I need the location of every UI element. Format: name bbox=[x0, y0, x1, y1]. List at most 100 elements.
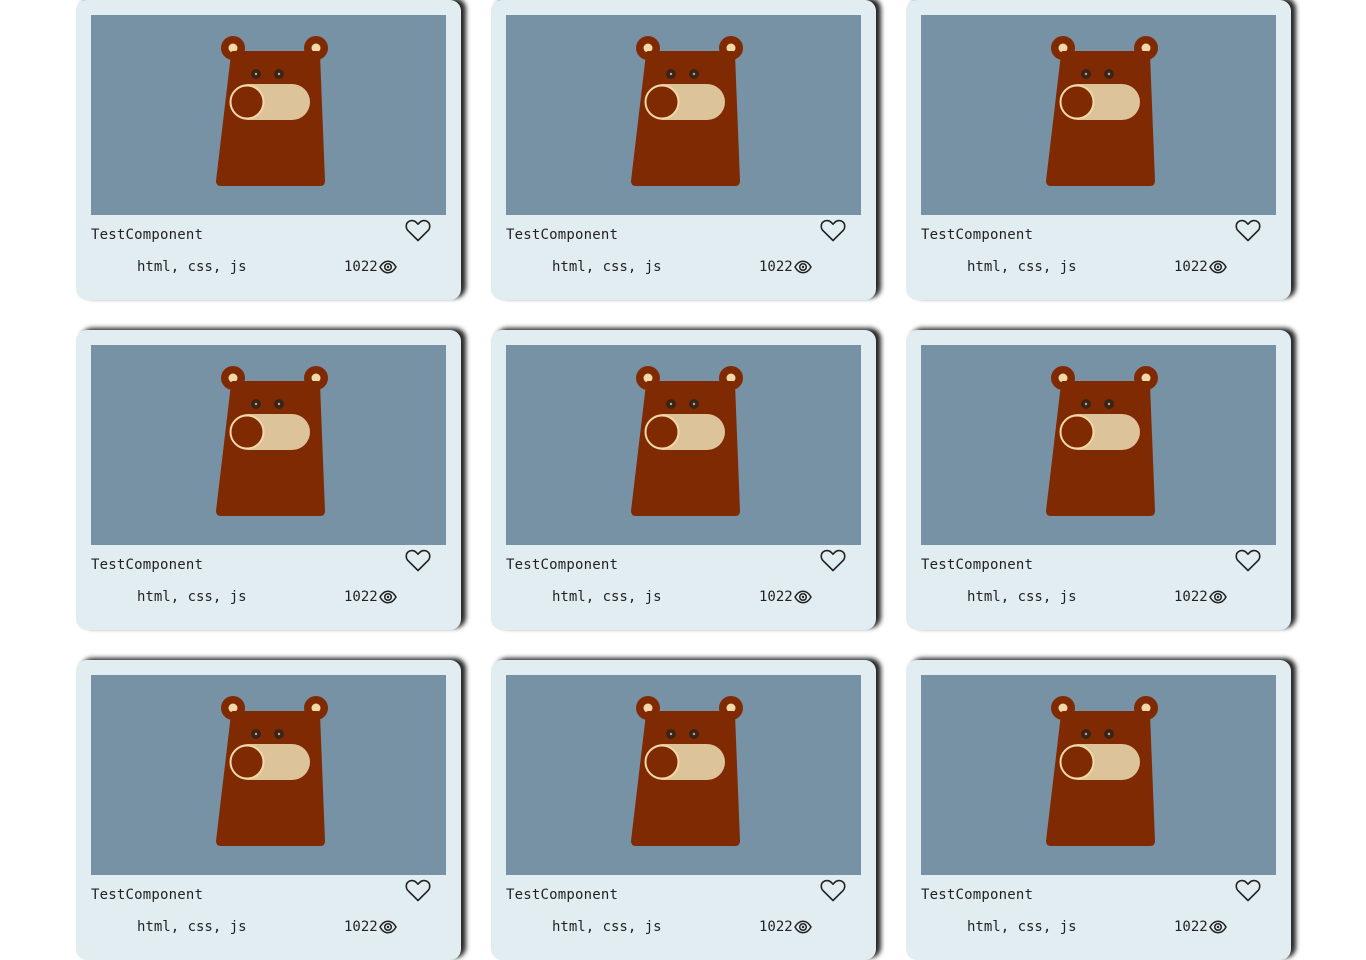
component-card[interactable]: TestComponent html, css, js 1022 bbox=[76, 0, 461, 300]
component-preview[interactable] bbox=[506, 675, 861, 875]
component-preview[interactable] bbox=[91, 15, 446, 215]
like-button[interactable] bbox=[820, 219, 846, 243]
component-tags: html, css, js bbox=[552, 589, 662, 605]
view-count: 1022 bbox=[344, 259, 397, 275]
bear-illustration bbox=[1046, 696, 1158, 846]
bear-nose bbox=[644, 744, 680, 780]
component-tags: html, css, js bbox=[552, 919, 662, 935]
component-tags: html, css, js bbox=[137, 589, 247, 605]
view-count-value: 1022 bbox=[1174, 589, 1208, 605]
bear-nose bbox=[644, 84, 680, 120]
component-title: TestComponent bbox=[921, 557, 1034, 573]
bear-nose bbox=[644, 414, 680, 450]
like-button[interactable] bbox=[820, 549, 846, 573]
component-tags: html, css, js bbox=[137, 919, 247, 935]
component-grid: TestComponent html, css, js 1022 TestCom… bbox=[0, 0, 1366, 960]
view-count: 1022 bbox=[759, 259, 812, 275]
eye-icon bbox=[1208, 590, 1227, 604]
bear-nose bbox=[229, 84, 265, 120]
component-tags: html, css, js bbox=[967, 259, 1077, 275]
like-button[interactable] bbox=[1235, 549, 1261, 573]
view-count-value: 1022 bbox=[759, 589, 793, 605]
component-title: TestComponent bbox=[506, 227, 619, 243]
view-count: 1022 bbox=[1174, 919, 1227, 935]
heart-outline-icon bbox=[1235, 549, 1261, 572]
eye-icon bbox=[793, 920, 812, 934]
bear-nose bbox=[229, 414, 265, 450]
component-card[interactable]: TestComponent html, css, js 1022 bbox=[491, 330, 876, 630]
component-card[interactable]: TestComponent html, css, js 1022 bbox=[76, 330, 461, 630]
like-button[interactable] bbox=[820, 879, 846, 903]
eye-icon bbox=[1208, 260, 1227, 274]
component-title: TestComponent bbox=[91, 557, 204, 573]
heart-outline-icon bbox=[820, 879, 846, 902]
view-count-value: 1022 bbox=[344, 589, 378, 605]
component-title: TestComponent bbox=[921, 227, 1034, 243]
bear-illustration bbox=[216, 36, 328, 186]
view-count: 1022 bbox=[344, 589, 397, 605]
view-count-value: 1022 bbox=[759, 919, 793, 935]
heart-outline-icon bbox=[820, 219, 846, 242]
component-preview[interactable] bbox=[921, 345, 1276, 545]
heart-outline-icon bbox=[1235, 219, 1261, 242]
component-tags: html, css, js bbox=[137, 259, 247, 275]
heart-outline-icon bbox=[1235, 879, 1261, 902]
component-preview[interactable] bbox=[91, 345, 446, 545]
bear-illustration bbox=[1046, 36, 1158, 186]
like-button[interactable] bbox=[1235, 219, 1261, 243]
heart-outline-icon bbox=[405, 549, 431, 572]
component-preview[interactable] bbox=[506, 15, 861, 215]
bear-illustration bbox=[216, 366, 328, 516]
heart-outline-icon bbox=[405, 219, 431, 242]
eye-icon bbox=[378, 590, 397, 604]
bear-nose bbox=[229, 744, 265, 780]
eye-icon bbox=[793, 260, 812, 274]
view-count: 1022 bbox=[1174, 259, 1227, 275]
component-preview[interactable] bbox=[921, 15, 1276, 215]
heart-outline-icon bbox=[820, 549, 846, 572]
component-preview[interactable] bbox=[921, 675, 1276, 875]
component-tags: html, css, js bbox=[552, 259, 662, 275]
component-tags: html, css, js bbox=[967, 919, 1077, 935]
component-card[interactable]: TestComponent html, css, js 1022 bbox=[491, 0, 876, 300]
bear-illustration bbox=[216, 696, 328, 846]
bear-illustration bbox=[631, 366, 743, 516]
eye-icon bbox=[1208, 920, 1227, 934]
component-title: TestComponent bbox=[91, 227, 204, 243]
component-card[interactable]: TestComponent html, css, js 1022 bbox=[906, 660, 1291, 960]
component-preview[interactable] bbox=[506, 345, 861, 545]
component-title: TestComponent bbox=[506, 557, 619, 573]
view-count-value: 1022 bbox=[1174, 259, 1208, 275]
view-count: 1022 bbox=[759, 919, 812, 935]
view-count: 1022 bbox=[759, 589, 812, 605]
view-count-value: 1022 bbox=[344, 919, 378, 935]
view-count: 1022 bbox=[1174, 589, 1227, 605]
component-card[interactable]: TestComponent html, css, js 1022 bbox=[491, 660, 876, 960]
component-title: TestComponent bbox=[921, 887, 1034, 903]
component-tags: html, css, js bbox=[967, 589, 1077, 605]
component-card[interactable]: TestComponent html, css, js 1022 bbox=[906, 0, 1291, 300]
component-card[interactable]: TestComponent html, css, js 1022 bbox=[906, 330, 1291, 630]
bear-nose bbox=[1059, 744, 1095, 780]
bear-illustration bbox=[631, 36, 743, 186]
bear-illustration bbox=[1046, 366, 1158, 516]
view-count: 1022 bbox=[344, 919, 397, 935]
component-title: TestComponent bbox=[91, 887, 204, 903]
like-button[interactable] bbox=[1235, 879, 1261, 903]
component-card[interactable]: TestComponent html, css, js 1022 bbox=[76, 660, 461, 960]
view-count-value: 1022 bbox=[759, 259, 793, 275]
bear-illustration bbox=[631, 696, 743, 846]
view-count-value: 1022 bbox=[1174, 919, 1208, 935]
eye-icon bbox=[378, 260, 397, 274]
heart-outline-icon bbox=[405, 879, 431, 902]
like-button[interactable] bbox=[405, 549, 431, 573]
like-button[interactable] bbox=[405, 219, 431, 243]
component-preview[interactable] bbox=[91, 675, 446, 875]
eye-icon bbox=[378, 920, 397, 934]
bear-nose bbox=[1059, 84, 1095, 120]
component-title: TestComponent bbox=[506, 887, 619, 903]
view-count-value: 1022 bbox=[344, 259, 378, 275]
bear-nose bbox=[1059, 414, 1095, 450]
eye-icon bbox=[793, 590, 812, 604]
like-button[interactable] bbox=[405, 879, 431, 903]
